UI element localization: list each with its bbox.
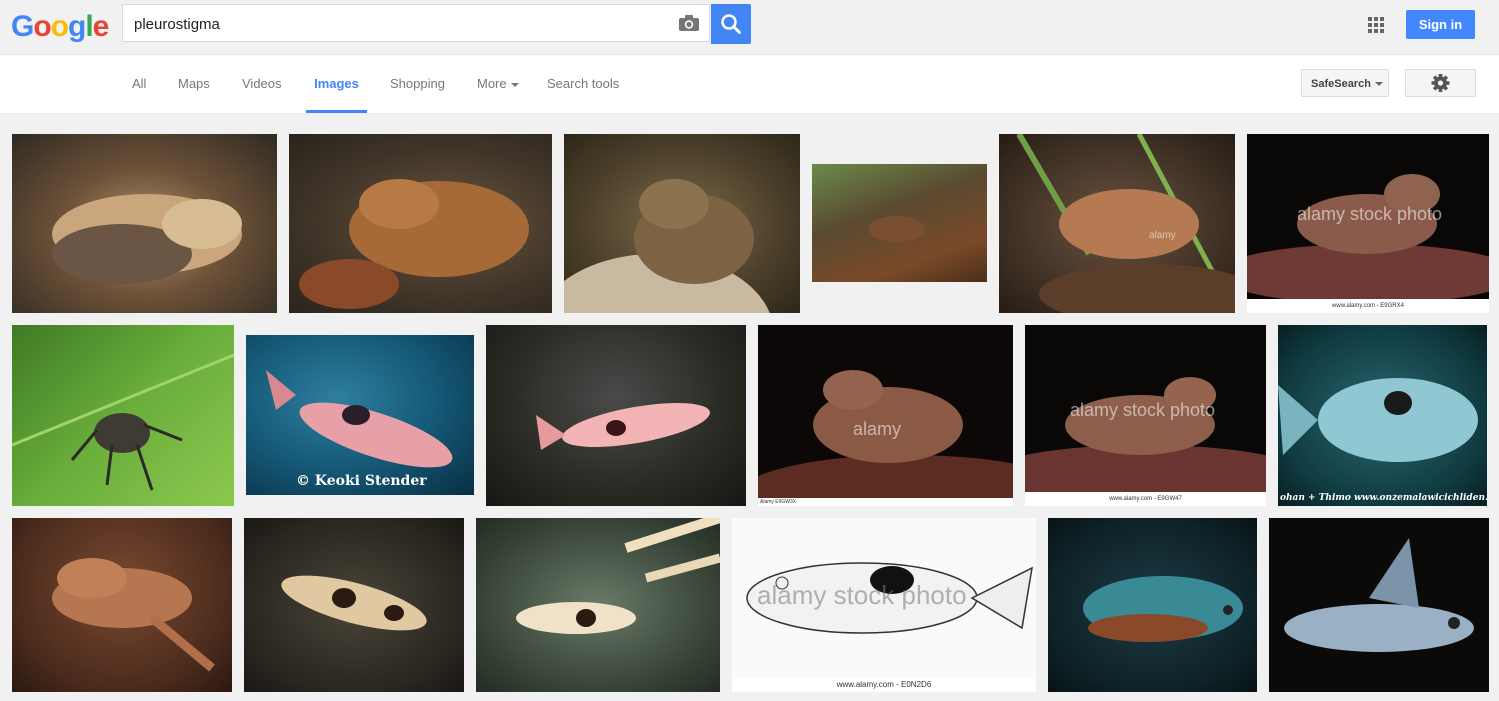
weevil-picture — [12, 353, 234, 491]
fish-picture — [281, 575, 427, 631]
fish-picture — [516, 518, 720, 634]
tab-maps[interactable]: Maps — [178, 55, 210, 113]
search-button[interactable] — [711, 4, 751, 44]
result-image-frog-1[interactable] — [12, 134, 277, 313]
sign-in-button[interactable]: Sign in — [1406, 10, 1475, 39]
result-image-frog-2[interactable] — [289, 134, 552, 313]
camera-icon[interactable] — [678, 14, 700, 32]
fish-picture — [1284, 538, 1474, 652]
result-image-frog-5[interactable]: alamy — [999, 134, 1235, 313]
frog-picture — [52, 194, 242, 284]
result-image-frog-4[interactable] — [812, 164, 987, 282]
tab-more-label: More — [477, 76, 507, 91]
logo-letter: g — [68, 10, 86, 43]
logo-letter: e — [92, 10, 110, 43]
search-icon — [721, 14, 741, 34]
result-image-cichlid-2[interactable] — [1048, 518, 1257, 692]
tab-search-tools[interactable]: Search tools — [547, 55, 619, 113]
search-box — [122, 4, 710, 43]
result-image-goatfish-3[interactable] — [244, 518, 464, 692]
result-image-goatfish-4[interactable] — [476, 518, 720, 692]
tab-videos[interactable]: Videos — [242, 55, 282, 113]
tab-more[interactable]: More — [477, 55, 519, 113]
image-caption: www.alamy.com - E9GRX4 — [1247, 299, 1489, 313]
result-image-frog-8[interactable]: alamy stock photo www.alamy.com - E9GW47 — [1025, 325, 1266, 506]
settings-button[interactable] — [1405, 69, 1476, 97]
chevron-down-icon — [510, 82, 519, 87]
top-bar: Google Sign in — [0, 0, 1499, 55]
result-image-frog-7[interactable]: alamy Alamy E9GW3X — [758, 325, 1013, 506]
image-caption: www.alamy.com - E0N2D6 — [732, 678, 1036, 692]
frog-picture — [299, 179, 529, 309]
gear-icon — [1431, 74, 1450, 92]
result-image-goatfish-2[interactable] — [486, 325, 746, 506]
frog-picture — [1016, 134, 1235, 313]
fish-picture — [1278, 378, 1478, 462]
result-image-frog-6[interactable]: alamy stock photo www.alamy.com - E9GRX4 — [1247, 134, 1489, 313]
image-credit: © Keoki Stender — [296, 473, 427, 489]
tab-shopping[interactable]: Shopping — [390, 55, 445, 113]
tab-images[interactable]: Images — [306, 55, 367, 113]
logo-letter: l — [85, 10, 93, 43]
result-image-goby[interactable] — [1269, 518, 1489, 692]
image-credit: ohan + Thimo www.onzemalawicichliden.eu — [1280, 493, 1487, 503]
google-logo[interactable]: Google — [11, 10, 110, 44]
result-image-goatfish-1[interactable]: © Keoki Stender — [246, 335, 474, 495]
logo-letter: o — [33, 10, 51, 43]
chevron-down-icon — [1374, 82, 1383, 87]
image-caption: Alamy E9GW3X — [758, 498, 1013, 506]
tab-all[interactable]: All — [132, 55, 146, 113]
search-nav-bar: All Maps Videos Images Shopping More Sea… — [0, 55, 1499, 114]
fish-picture — [266, 370, 453, 468]
fish-picture — [1083, 576, 1243, 642]
frog-picture — [758, 370, 1013, 506]
logo-letter: o — [50, 10, 69, 43]
watermark: alamy — [1149, 230, 1176, 241]
frog-picture — [869, 216, 925, 242]
watermark: alamy stock photo — [1297, 204, 1443, 224]
result-image-weevil[interactable] — [12, 325, 234, 506]
watermark: alamy stock photo — [1070, 400, 1216, 420]
watermark: alamy — [853, 419, 902, 439]
result-image-goatfish-drawing[interactable]: alamy stock photo www.alamy.com - E0N2D6 — [732, 518, 1036, 692]
result-image-frog-3[interactable] — [564, 134, 800, 313]
safesearch-button[interactable]: SafeSearch — [1301, 69, 1389, 97]
apps-grid-icon[interactable] — [1368, 17, 1384, 33]
watermark: alamy stock photo — [757, 580, 967, 610]
image-caption: www.alamy.com - E9GW47 — [1025, 492, 1266, 506]
logo-letter: G — [11, 10, 34, 43]
result-image-cichlid[interactable]: ohan + Thimo www.onzemalawicichliden.eu — [1278, 325, 1487, 506]
frog-picture — [564, 179, 770, 313]
result-image-frog-9[interactable] — [12, 518, 232, 692]
search-input[interactable] — [132, 5, 666, 43]
fish-picture — [536, 403, 710, 450]
safesearch-label: SafeSearch — [1311, 78, 1371, 90]
frog-picture — [52, 558, 215, 672]
